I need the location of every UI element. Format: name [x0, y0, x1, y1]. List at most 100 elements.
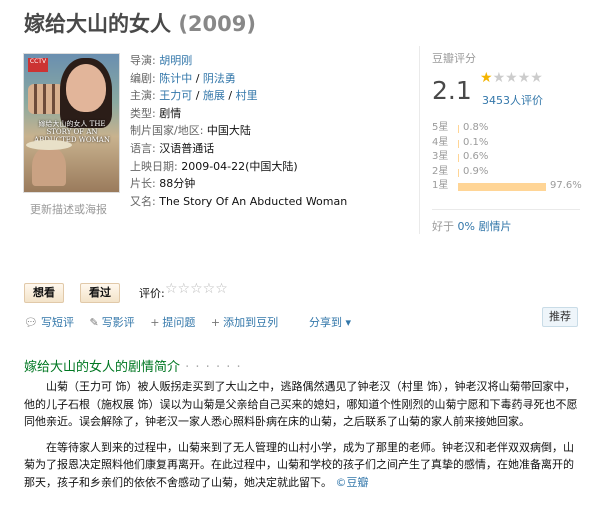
movie-info: 导演: 胡明刚 编剧: 陈计中 / 阴法勇 主演: 王力可 / 施展 / 村里 …: [130, 52, 400, 210]
language-row: 语言: 汉语普通话: [130, 140, 400, 158]
cast-link-3[interactable]: 村里: [236, 89, 258, 102]
rating-row-bar: [458, 139, 459, 148]
summary-paragraph-2: 在等待家人到来的过程中，山菊来到了无人管理的山村小学，成为了那里的老师。钟老汉和…: [24, 439, 584, 492]
rating-row-star: 4星: [432, 136, 449, 148]
writer-key: 编剧:: [130, 71, 156, 85]
director-link[interactable]: 胡明刚: [159, 54, 192, 67]
summary-body: 山菊（王力可 饰）被人贩拐走买到了大山之中，逃路偶然遇见了钟老汉（村里 饰），钟…: [24, 378, 584, 500]
write-review-link[interactable]: 写影评: [102, 316, 135, 329]
page-title: 嫁给大山的女人 (2009): [24, 8, 256, 38]
rating-row-bar: [458, 154, 459, 162]
genre-key: 类型:: [130, 106, 156, 120]
director-key: 导演:: [130, 54, 156, 67]
better-than: 好于 0% 剧情片: [432, 218, 511, 234]
writer-separator: /: [192, 71, 203, 85]
rating-row-percent: 0.9%: [463, 165, 489, 177]
poster-hat-shape: [26, 140, 72, 150]
country-key: 制片国家/地区:: [130, 124, 204, 138]
share-link[interactable]: 分享到: [309, 316, 342, 329]
runtime-row: 片长: 88分钟: [130, 175, 400, 193]
ask-question[interactable]: + 提问题: [150, 316, 195, 329]
rating-row-percent: 97.6%: [550, 180, 582, 191]
cast-key: 主演:: [130, 89, 156, 103]
poster-oldman-shape: [32, 146, 66, 186]
rating-row-star: 1星: [432, 180, 449, 191]
want-to-watch-button[interactable]: 想看: [24, 283, 64, 303]
writer-link-2[interactable]: 阴法勇: [203, 72, 236, 85]
star-empty-icon: ★: [505, 70, 518, 86]
runtime-value: 88分钟: [159, 177, 196, 191]
rating-row: 1星 97.6%: [432, 179, 582, 194]
star-empty-icon: ★: [530, 70, 543, 86]
better-than-prefix: 好于: [432, 220, 458, 233]
movie-poster[interactable]: CCTV 嫁给大山的女人 THE STORY OF AN ABDUCTED WO…: [24, 54, 119, 192]
aka-value: The Story Of An Abducted Woman: [159, 194, 348, 208]
action-tools: 💬︎ 写短评 ✎ 写影评 + 提问题 + 添加到豆列: [24, 314, 290, 330]
update-description-link[interactable]: 更新描述或海报: [30, 201, 107, 217]
writer-row: 编剧: 陈计中 / 阴法勇: [130, 70, 400, 88]
rating-distribution: 5星 0.8% 4星 0.1% 3星 0.6% 2星 0.9% 1星 97.6%: [432, 121, 582, 194]
write-short-review-link[interactable]: 写短评: [41, 316, 74, 329]
chevron-down-icon: ▾: [342, 316, 352, 329]
rating-row-percent: 0.1%: [463, 136, 489, 148]
movie-year: (2009): [178, 12, 256, 36]
summary-title: 嫁给大山的女人的剧情简介 · · · · · ·: [24, 356, 242, 375]
rating-row: 2星 0.9%: [432, 165, 582, 180]
country-row: 制片国家/地区: 中国大陆: [130, 122, 400, 140]
douban-source-link[interactable]: ©豆瓣: [336, 476, 369, 489]
share-dropdown[interactable]: 分享到 ▾: [309, 314, 351, 330]
add-to-list-link[interactable]: 添加到豆列: [223, 316, 278, 329]
cast-link-2[interactable]: 施展: [203, 89, 225, 102]
summary-heading: 嫁给大山的女人的剧情简介: [24, 360, 181, 375]
add-to-list[interactable]: + 添加到豆列: [211, 316, 278, 329]
rating-box: 豆瓣评分 2.1 ★★★★★ 3453人评价 5星 0.8% 4星 0.1% 3星 0.6…: [419, 46, 592, 234]
ask-question-link[interactable]: 提问题: [162, 316, 195, 329]
plus-icon: +: [210, 316, 221, 329]
rating-row: 3星 0.6%: [432, 150, 582, 165]
poster-channel-badge: CCTV: [28, 58, 48, 72]
poster-children-image: [28, 84, 64, 114]
rating-score: 2.1: [432, 76, 472, 105]
writer-link-1[interactable]: 陈计中: [159, 72, 192, 85]
star-empty-icon: ★: [492, 70, 506, 86]
rating-row-bar: [458, 183, 546, 191]
cast-link-1[interactable]: 王力可: [159, 89, 192, 102]
rating-divider: [432, 209, 580, 210]
release-date-value: 2009-04-22(中国大陆): [181, 159, 298, 173]
write-short-review[interactable]: 💬︎ 写短评: [24, 316, 74, 329]
cast-separator-1: /: [192, 89, 203, 103]
votes-link[interactable]: 3453人评价: [482, 92, 543, 108]
rate-stars-input[interactable]: ☆☆☆☆☆: [165, 281, 228, 297]
director-row: 导演: 胡明刚: [130, 52, 400, 70]
rate-label: 评价:: [139, 287, 165, 300]
summary-dots: · · · · · ·: [180, 360, 242, 375]
recommend-button[interactable]: 推荐: [542, 307, 578, 327]
write-review[interactable]: ✎ 写影评: [89, 316, 134, 329]
rating-row: 5星 0.8%: [432, 121, 582, 136]
cast-separator-2: /: [224, 89, 236, 103]
aka-key: 又名:: [130, 194, 156, 208]
rating-row-star: 3星: [432, 151, 449, 162]
summary-paragraph-1: 山菊（王力可 饰）被人贩拐走买到了大山之中，逃路偶然遇见了钟老汉（村里 饰），钟…: [24, 380, 578, 429]
pencil-icon: ✎: [89, 316, 99, 329]
language-key: 语言:: [130, 141, 156, 155]
better-than-link[interactable]: 0% 剧情片: [458, 220, 512, 233]
runtime-key: 片长:: [130, 177, 156, 191]
summary-paragraph-2-text: 在等待家人到来的过程中，山菊来到了无人管理的山村小学，成为了那里的老师。钟老汉和…: [24, 440, 574, 489]
language-value: 汉语普通话: [159, 141, 215, 155]
rating-row-percent: 0.6%: [463, 151, 489, 162]
genre-row: 类型: 剧情: [130, 105, 400, 123]
aka-row: 又名: The Story Of An Abducted Woman: [130, 193, 400, 211]
cast-row: 主演: 王力可 / 施展 / 村里: [130, 87, 400, 105]
rating-row-star: 2星: [432, 165, 449, 177]
rating-row-star: 5星: [432, 122, 449, 133]
rating-row-bar: [458, 125, 459, 133]
watched-button[interactable]: 看过: [80, 283, 120, 303]
star-filled-icon: ★: [480, 70, 493, 86]
genre-value: 剧情: [159, 106, 182, 120]
rating-label: 豆瓣评分: [432, 52, 476, 65]
chat-bubble-icon: 💬︎: [24, 316, 38, 329]
release-date-key: 上映日期:: [130, 159, 178, 173]
star-empty-icon: ★: [517, 70, 531, 86]
poster-face-shape: [66, 64, 106, 112]
